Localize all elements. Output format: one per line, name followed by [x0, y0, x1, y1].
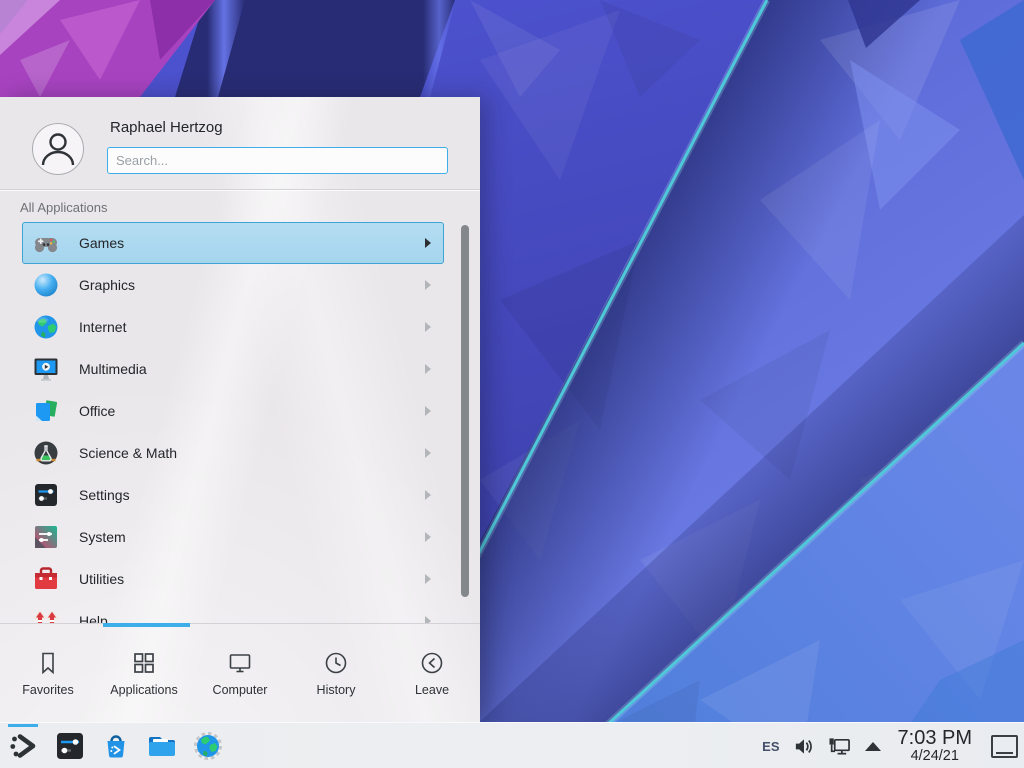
chevron-right-icon	[425, 574, 431, 584]
tab-label: Leave	[415, 683, 449, 697]
tab-computer[interactable]: Computer	[192, 624, 288, 723]
chevron-right-icon	[425, 448, 431, 458]
system-sliders-icon	[32, 523, 60, 551]
tab-label: Applications	[110, 683, 177, 697]
expand-tray-icon[interactable]	[865, 742, 881, 751]
launcher-tab-bar: Favorites Applications	[0, 623, 480, 723]
kickoff-icon	[8, 730, 40, 762]
menu-item-label: Office	[79, 403, 115, 419]
chevron-right-icon	[425, 364, 431, 374]
menu-item-label: Internet	[79, 319, 126, 335]
clock-icon	[323, 650, 349, 676]
application-launcher-panel: Raphael Hertzog All Applications	[0, 97, 480, 722]
keyboard-layout-indicator[interactable]: ES	[762, 739, 779, 754]
section-label: All Applications	[20, 200, 107, 215]
sliders-icon	[32, 481, 60, 509]
tab-label: History	[317, 683, 356, 697]
avatar[interactable]	[32, 123, 84, 175]
menu-item-label: System	[79, 529, 126, 545]
chevron-right-icon	[425, 490, 431, 500]
tab-label: Computer	[213, 683, 268, 697]
chevron-right-icon	[425, 238, 431, 248]
menu-item-system[interactable]: System	[22, 516, 444, 558]
menu-item-graphics[interactable]: Graphics	[22, 264, 444, 306]
menu-item-office[interactable]: Office	[22, 390, 444, 432]
discover-store-button[interactable]	[100, 730, 132, 762]
browser-globe-icon	[192, 730, 224, 762]
menu-item-label: Games	[79, 235, 124, 251]
system-settings-icon	[54, 730, 86, 762]
menu-item-label: Utilities	[79, 571, 124, 587]
kickoff-launcher-button[interactable]	[8, 730, 40, 762]
menu-item-help[interactable]: Help	[22, 600, 444, 623]
bookmark-icon	[35, 650, 61, 676]
toolbox-icon	[32, 565, 60, 593]
scrollbar-thumb[interactable]	[461, 225, 469, 597]
monitor-play-icon	[32, 355, 60, 383]
user-icon	[33, 124, 83, 174]
menu-item-label: Multimedia	[79, 361, 147, 377]
chevron-right-icon	[425, 406, 431, 416]
menu-item-games[interactable]: Games	[22, 222, 444, 264]
file-manager-button[interactable]	[146, 730, 178, 762]
network-icon[interactable]	[827, 736, 852, 757]
volume-icon[interactable]	[793, 736, 814, 757]
tab-leave[interactable]: Leave	[384, 624, 480, 723]
menu-item-science-math[interactable]: Science & Math	[22, 432, 444, 474]
clock-time: 7:03 PM	[898, 728, 972, 749]
system-settings-button[interactable]	[54, 730, 86, 762]
menu-item-label: Help	[79, 613, 108, 623]
taskbar: ES 7:03 PM 4/24/21	[0, 722, 1024, 768]
documents-icon	[32, 397, 60, 425]
user-name: Raphael Hertzog	[110, 119, 223, 136]
menu-item-label: Settings	[79, 487, 130, 503]
desktop: Raphael Hertzog All Applications	[0, 0, 1024, 768]
chevron-right-icon	[425, 616, 431, 623]
help-arrows-icon	[32, 607, 60, 623]
tab-history[interactable]: History	[288, 624, 384, 723]
menu-item-label: Graphics	[79, 277, 135, 293]
search-input[interactable]	[107, 147, 448, 174]
grid-icon	[131, 650, 157, 676]
digital-clock[interactable]: 7:03 PM 4/24/21	[898, 728, 972, 764]
sphere-icon	[32, 271, 60, 299]
menu-item-utilities[interactable]: Utilities	[22, 558, 444, 600]
leave-icon	[419, 650, 445, 676]
chevron-right-icon	[425, 532, 431, 542]
web-browser-button[interactable]	[192, 730, 224, 762]
menu-item-settings[interactable]: Settings	[22, 474, 444, 516]
discover-bag-icon	[100, 730, 132, 762]
menu-item-multimedia[interactable]: Multimedia	[22, 348, 444, 390]
chevron-right-icon	[425, 322, 431, 332]
flask-icon	[32, 439, 60, 467]
gamepad-icon	[32, 229, 60, 257]
menu-item-internet[interactable]: Internet	[22, 306, 444, 348]
clock-date: 4/24/21	[898, 749, 972, 764]
globe-icon	[32, 313, 60, 341]
active-tab-indicator	[103, 623, 190, 627]
application-category-list: Games Graphics	[22, 222, 444, 623]
tab-favorites[interactable]: Favorites	[0, 624, 96, 723]
chevron-right-icon	[425, 280, 431, 290]
folder-icon	[146, 730, 178, 762]
tab-applications[interactable]: Applications	[96, 624, 192, 723]
show-desktop-button[interactable]	[991, 735, 1018, 758]
menu-item-label: Science & Math	[79, 445, 177, 461]
tab-label: Favorites	[22, 683, 73, 697]
divider	[0, 189, 480, 190]
computer-icon	[227, 650, 253, 676]
